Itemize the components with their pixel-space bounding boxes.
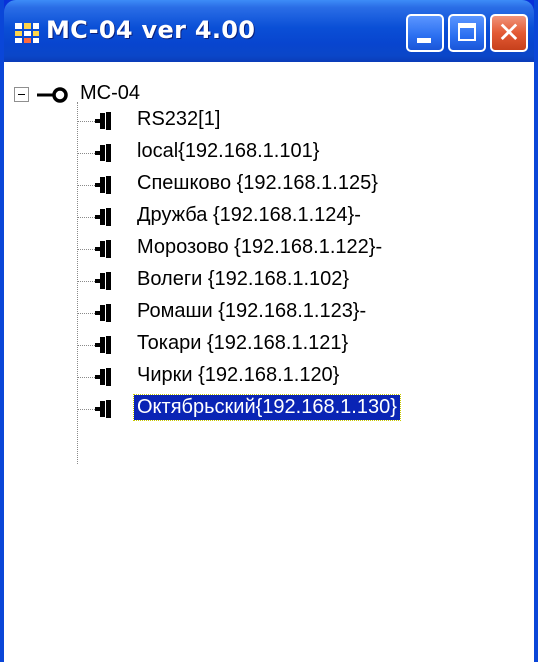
tree-node[interactable]: Токари {192.168.1.121} — [77, 330, 517, 360]
tree-branch-line — [77, 121, 97, 122]
tree-root-label: MC-04 — [80, 82, 141, 104]
tree-node-label: Ромаши {192.168.1.123}- — [137, 300, 367, 322]
tree-node-label: local{192.168.1.101} — [137, 140, 320, 162]
tree-node[interactable]: Чирки {192.168.1.120} — [77, 362, 517, 392]
tree-node[interactable]: Спешково {192.168.1.125} — [77, 170, 517, 200]
tree-node[interactable]: local{192.168.1.101} — [77, 138, 517, 168]
tree-branch-line — [77, 281, 97, 282]
title-bar[interactable]: MC-04 ver 4.00 ✕ — [4, 0, 534, 62]
tree-branch-line — [77, 345, 97, 346]
connector-plug-icon — [95, 272, 111, 290]
connector-plug-icon — [95, 208, 111, 226]
tree-view-panel[interactable]: MC-04 RS232[1] local{192.168.1.101} Спешко… — [4, 62, 534, 664]
maximize-button[interactable] — [448, 14, 486, 52]
tree-node-label: RS232[1] — [137, 108, 221, 130]
minimize-button[interactable] — [406, 14, 444, 52]
tree-branch-line — [77, 313, 97, 314]
connector-plug-icon — [95, 240, 111, 258]
window-title: MC-04 ver 4.00 — [46, 16, 256, 44]
tree-node[interactable]: Ромаши {192.168.1.123}- — [77, 298, 517, 328]
tree-root-node[interactable]: MC-04 — [4, 74, 304, 104]
tree-node[interactable]: Октябрьский{192.168.1.130} — [77, 394, 517, 424]
tree-node-label: Чирки {192.168.1.120} — [137, 364, 340, 386]
tree-branch-line — [77, 409, 97, 410]
tree-node[interactable]: RS232[1] — [77, 106, 517, 136]
connector-plug-icon — [95, 176, 111, 194]
tree-branch-line — [77, 185, 97, 186]
tree-branch-line — [77, 249, 97, 250]
tree-node-label: Октябрьский{192.168.1.130} — [133, 394, 401, 421]
tree-branch-line — [77, 377, 97, 378]
maximize-icon — [458, 23, 476, 41]
network-app-icon — [15, 23, 39, 43]
connector-plug-icon — [95, 368, 111, 386]
tree-node-label: Морозово {192.168.1.122}- — [137, 236, 383, 258]
connector-plug-icon — [95, 400, 111, 418]
tree-node-label: Дружба {192.168.1.124}- — [137, 204, 361, 226]
tree-node-label: Токари {192.168.1.121} — [137, 332, 349, 354]
connector-plug-icon — [95, 144, 111, 162]
key-icon — [37, 87, 68, 103]
tree-branch-line — [77, 153, 97, 154]
collapse-toggle[interactable] — [14, 87, 29, 102]
connector-plug-icon — [95, 336, 111, 354]
device-tree: MC-04 RS232[1] local{192.168.1.101} Спешко… — [4, 64, 534, 664]
close-icon: ✕ — [497, 16, 521, 49]
connector-plug-icon — [95, 112, 111, 130]
tree-node[interactable]: Дружба {192.168.1.124}- — [77, 202, 517, 232]
connector-plug-icon — [95, 304, 111, 322]
close-button[interactable]: ✕ — [490, 14, 528, 52]
tree-node-label: Спешково {192.168.1.125} — [137, 172, 378, 194]
minimize-icon — [417, 38, 431, 43]
tree-node[interactable]: Морозово {192.168.1.122}- — [77, 234, 517, 264]
tree-node-label: Волеги {192.168.1.102} — [137, 268, 350, 290]
app-window: MC-04 ver 4.00 ✕ MC-04 RS232[1] local{192… — [0, 0, 538, 664]
tree-branch-line — [77, 217, 97, 218]
tree-node[interactable]: Волеги {192.168.1.102} — [77, 266, 517, 296]
